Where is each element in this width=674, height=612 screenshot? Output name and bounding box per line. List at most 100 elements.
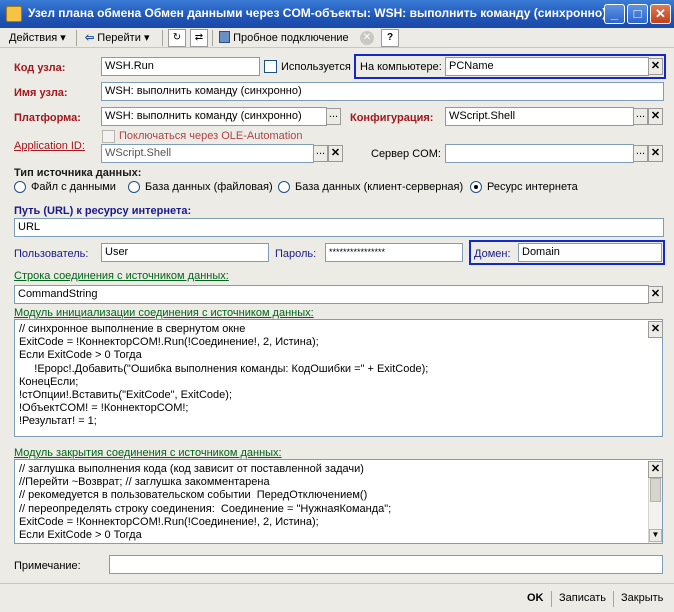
close-module-label: Модуль закрытия соединения с источником …	[14, 447, 282, 459]
note-label: Примечание:	[14, 560, 81, 572]
ok-button[interactable]: OK	[523, 588, 548, 608]
exchange-icon[interactable]: ⇄	[190, 29, 208, 47]
url-field[interactable]: URL	[14, 218, 664, 237]
button-separator	[613, 591, 614, 607]
actions-menu[interactable]: Действия ▾	[6, 29, 69, 47]
clear-com-server-button[interactable]: ✕	[648, 145, 663, 162]
minimize-button[interactable]: _	[604, 4, 625, 24]
help-button[interactable]: ?	[381, 29, 399, 47]
used-checkbox[interactable]	[264, 60, 277, 73]
url-label: Путь (URL) к ресурсу интернета:	[14, 205, 192, 217]
password-label: Пароль:	[275, 248, 317, 260]
chevron-down-icon: ▾	[143, 32, 150, 44]
bottom-bar: OK Записать Закрыть	[0, 583, 674, 612]
title-bar: Узел плана обмена Обмен данными через CO…	[0, 0, 674, 28]
code-line: !ОбъектCOM! = !КоннекторCOM!;	[19, 402, 189, 415]
config-field[interactable]: WScript.Shell	[445, 107, 634, 126]
appid-field[interactable]: WScript.Shell	[101, 144, 314, 163]
init-module-editor[interactable]: // синхронное выполнение в свернутом окн…	[14, 319, 663, 437]
actions-label: Действия	[9, 32, 58, 44]
code-line: //Перейти ~Возврат; // заглушка закоммен…	[19, 476, 270, 489]
radio-internet[interactable]	[470, 181, 482, 193]
test-connection-button[interactable]: Пробное подключение	[216, 29, 352, 47]
save-button[interactable]: Записать	[555, 588, 610, 608]
chevron-down-icon: ▾	[60, 32, 66, 44]
platform-select-button[interactable]: ...	[326, 108, 341, 125]
appid-link[interactable]: Application ID:	[14, 140, 85, 152]
connstr-label: Строка соединения с источником данных:	[14, 270, 229, 282]
toolbar-separator	[76, 30, 77, 46]
toolbar-separator	[162, 30, 163, 46]
code-line: КонецЕсли;	[19, 375, 79, 388]
domain-field[interactable]: Domain	[518, 243, 662, 262]
clear-connstr-button[interactable]: ✕	[648, 286, 663, 303]
init-module-label: Модуль инициализации соединения с источн…	[14, 307, 314, 319]
radio-internet-label: Ресурс интернета	[487, 181, 578, 193]
goto-label: Перейти	[97, 32, 141, 44]
app-icon	[6, 6, 22, 22]
computer-field[interactable]: PCName	[445, 57, 649, 76]
radio-file-label: Файл с данными	[31, 181, 116, 193]
platform-field[interactable]: WSH: выполнить команду (синхронно)	[101, 107, 327, 126]
maximize-button[interactable]: □	[627, 4, 648, 24]
clear-computer-button[interactable]: ✕	[648, 58, 663, 75]
code-line: // переопределять строку соединения: Сое…	[19, 502, 392, 515]
refresh-icon[interactable]: ↻	[168, 29, 186, 47]
code-line: !Результат! = 1;	[19, 415, 97, 428]
window-title: Узел плана обмена Обмен данными через CO…	[28, 6, 607, 20]
toolbar-separator	[212, 30, 213, 46]
user-label: Пользователь:	[14, 248, 89, 260]
com-server-field[interactable]	[445, 144, 634, 163]
config-select-button[interactable]: ...	[633, 108, 648, 125]
connstr-field[interactable]: CommandString	[14, 285, 649, 304]
code-line: !Ерорс!.Добавить("Ошибка выполнения кома…	[19, 362, 429, 375]
note-field[interactable]	[109, 555, 663, 574]
code-label: Код узла:	[14, 62, 66, 74]
computer-label: На компьютере:	[360, 61, 442, 73]
close-module-scrollbar[interactable]: ▼	[648, 476, 662, 543]
radio-db-file[interactable]	[128, 181, 140, 193]
clear-config-button[interactable]: ✕	[648, 108, 663, 125]
name-field[interactable]: WSH: выполнить команду (синхронно)	[101, 82, 664, 101]
domain-label: Домен:	[474, 248, 511, 260]
toolbar: Действия ▾ ⇦ Перейти ▾ ↻ ⇄ Пробное подкл…	[0, 28, 674, 48]
database-icon	[219, 31, 230, 43]
name-label: Имя узла:	[14, 87, 68, 99]
code-line: ExitCode = !КоннекторCOM!.Run(!Соединени…	[19, 336, 319, 349]
close-button[interactable]: Закрыть	[617, 588, 667, 608]
appid-select-button[interactable]: ...	[313, 145, 328, 162]
user-field[interactable]: User	[101, 243, 269, 262]
code-line: // рекомедуется в пользовательском событ…	[19, 489, 368, 502]
clear-init-module-button[interactable]: ✕	[648, 321, 663, 338]
code-line: !стОпции!.Вставить("ExitCode", ExitCode)…	[19, 389, 233, 402]
com-server-select-button[interactable]: ...	[633, 145, 648, 162]
radio-db-cs[interactable]	[278, 181, 290, 193]
code-field[interactable]: WSH.Run	[101, 57, 260, 76]
close-window-button[interactable]: ✕	[650, 4, 671, 24]
config-label: Конфигурация:	[350, 112, 434, 124]
code-line: ExitCode = !КоннекторCOM!.Run(!Соединени…	[19, 515, 319, 528]
com-server-label: Сервер COM:	[371, 148, 441, 160]
code-line: Если ExitCode > 0 Тогда	[19, 529, 142, 542]
code-line: // синхронное выполнение в свернутом окн…	[19, 323, 246, 335]
goto-arrow-icon: ⇦	[85, 32, 95, 44]
clear-appid-button[interactable]: ✕	[328, 145, 343, 162]
used-label: Используется	[281, 61, 351, 73]
button-separator	[551, 591, 552, 607]
test-connection-label: Пробное подключение	[233, 32, 349, 44]
clear-close-module-button[interactable]: ✕	[648, 461, 663, 478]
radio-file[interactable]	[14, 181, 26, 193]
platform-label: Платформа:	[14, 112, 81, 124]
ole-checkbox[interactable]	[102, 130, 115, 143]
goto-menu[interactable]: ⇦ Перейти ▾	[82, 29, 152, 47]
password-field[interactable]: ****************	[325, 243, 463, 262]
radio-db-file-label: База данных (файловая)	[145, 181, 273, 193]
code-line: Если ExitCode > 0 Тогда	[19, 349, 142, 362]
close-module-editor[interactable]: // заглушка выполнения кода (код зависит…	[14, 459, 663, 544]
scroll-thumb[interactable]	[650, 478, 661, 502]
ole-label: Поключаться через OLE-Automation	[119, 130, 303, 142]
code-line: // заглушка выполнения кода (код зависит…	[19, 463, 364, 475]
cancel-icon[interactable]: ✕	[360, 31, 374, 45]
source-type-label: Тип источника данных:	[14, 167, 142, 179]
scroll-down-arrow-icon[interactable]: ▼	[649, 529, 662, 542]
